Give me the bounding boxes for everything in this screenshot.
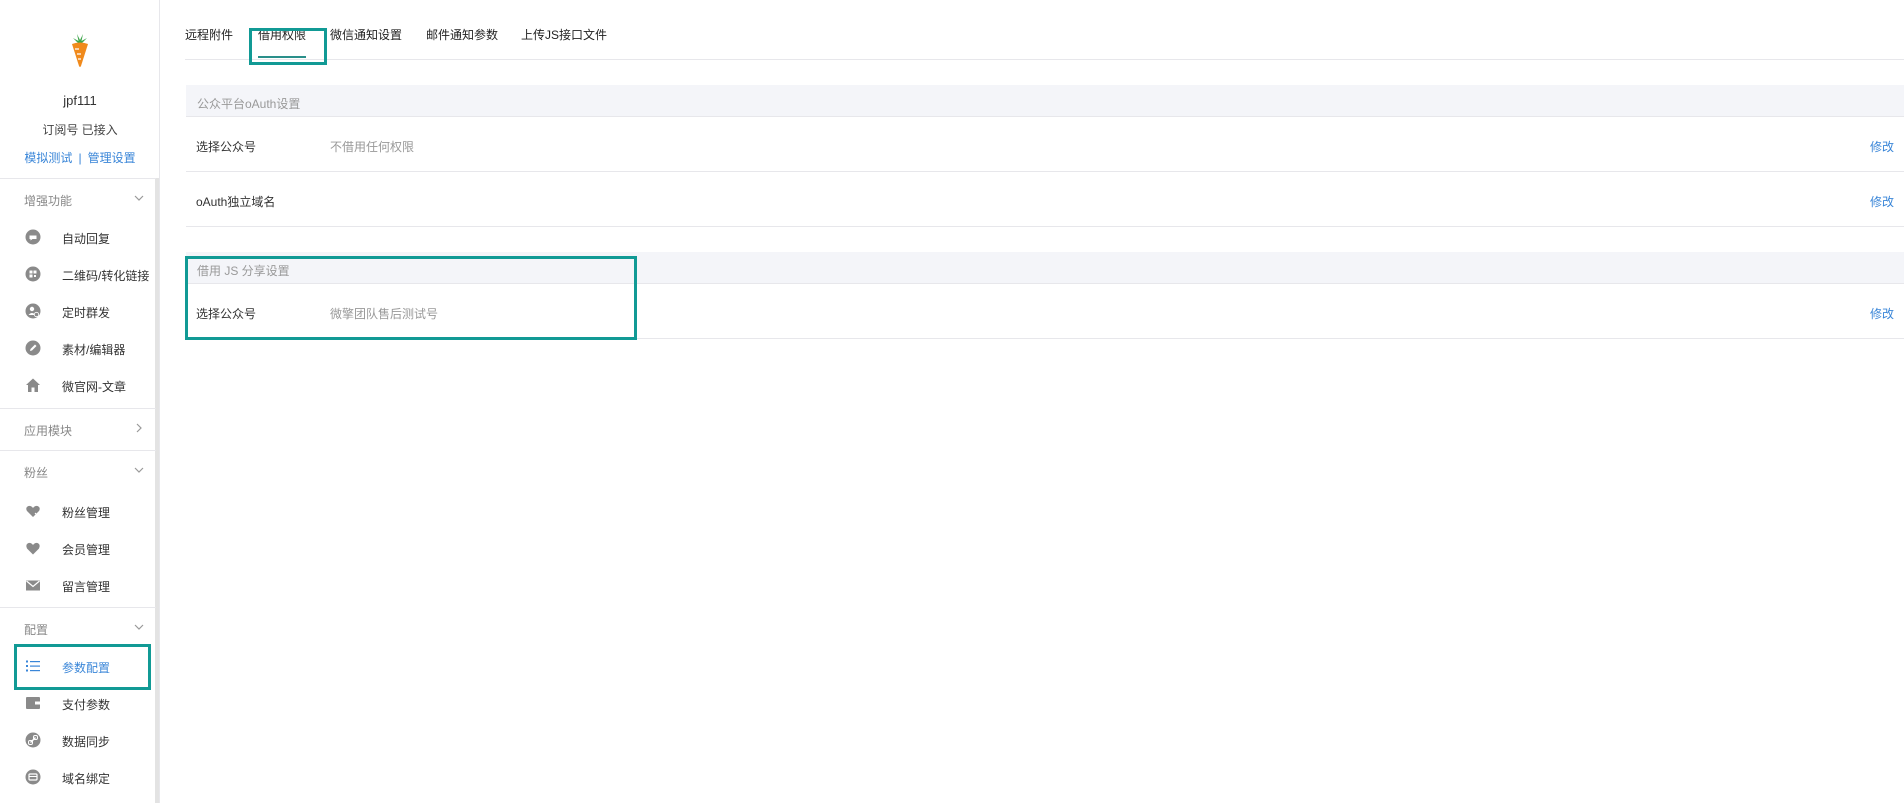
- qrcode-icon: [25, 266, 41, 282]
- sidebar-item-payment-params[interactable]: 支付参数: [0, 685, 156, 721]
- chevron-down-icon: [134, 624, 144, 630]
- clock-user-icon: [25, 303, 41, 319]
- edit-link[interactable]: 修改: [1870, 305, 1894, 322]
- tab-remote-attachment[interactable]: 远程附件: [185, 26, 233, 60]
- section-title: 借用 JS 分享设置: [197, 264, 290, 278]
- row-value: 不借用任何权限: [330, 140, 415, 154]
- manage-settings-link[interactable]: 管理设置: [88, 151, 136, 165]
- tab-borrow-permission[interactable]: 借用权限: [258, 26, 307, 60]
- row-value: 微擎团队售后测试号: [330, 307, 439, 321]
- wallet-icon: [26, 697, 40, 709]
- sidebar-item-param-config[interactable]: 参数配置: [0, 648, 156, 684]
- tab-wechat-notify[interactable]: 微信通知设置: [330, 26, 402, 60]
- sidebar-item-scheduled-send[interactable]: 定时群发: [0, 293, 156, 329]
- row-label: 选择公众号: [196, 307, 257, 321]
- sidebar-group-label: 增强功能: [24, 194, 73, 208]
- link-icon: [25, 732, 41, 748]
- chat-bubble-icon: [25, 229, 41, 245]
- chevron-down-icon: [134, 195, 144, 201]
- heart-icon: [26, 542, 40, 555]
- simulate-test-link[interactable]: 模拟测试: [24, 151, 72, 165]
- section-header-js-share: 借用 JS 分享设置: [186, 252, 1904, 284]
- sidebar-item-label: 二维码/转化链接: [62, 269, 150, 283]
- sidebar-group-enhanced[interactable]: 增强功能: [0, 178, 156, 218]
- sidebar-item-qrcode[interactable]: 二维码/转化链接: [0, 256, 156, 292]
- sidebar-item-label: 参数配置: [62, 661, 111, 675]
- sidebar-item-label: 会员管理: [62, 543, 111, 557]
- account-links: 模拟测试 | 管理设置: [0, 149, 160, 166]
- chevron-down-icon: [134, 467, 144, 473]
- sidebar-group-config[interactable]: 配置: [0, 607, 156, 647]
- tab-label: 微信通知设置: [330, 28, 403, 42]
- edit-link[interactable]: 修改: [1870, 193, 1894, 210]
- sidebar-item-label: 留言管理: [62, 580, 111, 594]
- sidebar-item-message-manage[interactable]: 留言管理: [0, 567, 156, 603]
- sidebar-item-auto-reply[interactable]: 自动回复: [0, 219, 156, 255]
- globe-icon: [25, 769, 41, 785]
- sidebar-item-label: 微官网-文章: [62, 380, 126, 394]
- tab-label: 邮件通知参数: [426, 28, 499, 42]
- tabs-divider: [185, 59, 1904, 60]
- list-icon: [26, 660, 40, 672]
- sidebar-item-label: 定时群发: [62, 306, 111, 320]
- settings-row-js-share-account: 选择公众号 微擎团队售后测试号 修改: [186, 284, 1904, 339]
- section-header-oauth: 公众平台oAuth设置: [186, 85, 1904, 117]
- section-title: 公众平台oAuth设置: [197, 97, 301, 111]
- tab-email-notify[interactable]: 邮件通知参数: [426, 26, 498, 60]
- tab-upload-js-file[interactable]: 上传JS接口文件: [521, 26, 607, 60]
- sidebar-group-label: 粉丝: [24, 466, 49, 480]
- sidebar-item-label: 素材/编辑器: [62, 343, 126, 357]
- settings-row-oauth-domain: oAuth独立域名 修改: [186, 172, 1904, 227]
- sidebar-item-data-sync[interactable]: 数据同步: [0, 722, 156, 758]
- sidebar-item-member-manage[interactable]: 会员管理: [0, 530, 156, 566]
- sidebar-group-label: 配置: [24, 623, 49, 637]
- account-type-status: 订阅号 已接入: [42, 123, 118, 137]
- chevron-right-icon: [136, 423, 142, 433]
- sidebar-item-material-editor[interactable]: 素材/编辑器: [0, 330, 156, 366]
- heart-check-icon: [26, 505, 40, 517]
- sidebar-group-fans[interactable]: 粉丝: [0, 450, 156, 490]
- sidebar-item-domain-bind[interactable]: 域名绑定: [0, 759, 156, 795]
- link-separator: |: [78, 151, 82, 165]
- edit-link[interactable]: 修改: [1870, 138, 1894, 155]
- sidebar-group-label: 应用模块: [24, 424, 73, 438]
- tab-label: 借用权限: [258, 28, 307, 42]
- pencil-icon: [25, 340, 41, 356]
- settings-row-oauth-account: 选择公众号 不借用任何权限 修改: [186, 117, 1904, 172]
- account-name: jpf111: [63, 93, 97, 108]
- sidebar-item-label: 域名绑定: [62, 772, 111, 786]
- tab-label: 远程附件: [185, 28, 234, 42]
- tab-label: 上传JS接口文件: [521, 28, 608, 42]
- sidebar-item-fans-manage[interactable]: 粉丝管理: [0, 493, 156, 529]
- home-icon: [26, 378, 40, 392]
- sidebar: jpf111 订阅号 已接入 模拟测试 | 管理设置 增强功能 自动回复 二维码/转…: [0, 0, 160, 803]
- sidebar-item-label: 支付参数: [62, 698, 111, 712]
- mail-icon: [26, 580, 40, 591]
- sidebar-item-label: 自动回复: [62, 232, 111, 246]
- carrot-logo-icon: [72, 34, 88, 67]
- sidebar-group-app-modules[interactable]: 应用模块: [0, 408, 156, 448]
- sidebar-item-micro-site[interactable]: 微官网-文章: [0, 367, 156, 403]
- row-label: 选择公众号: [196, 140, 257, 154]
- sidebar-item-label: 粉丝管理: [62, 506, 111, 520]
- row-label: oAuth独立域名: [196, 195, 276, 209]
- sidebar-item-label: 数据同步: [62, 735, 111, 749]
